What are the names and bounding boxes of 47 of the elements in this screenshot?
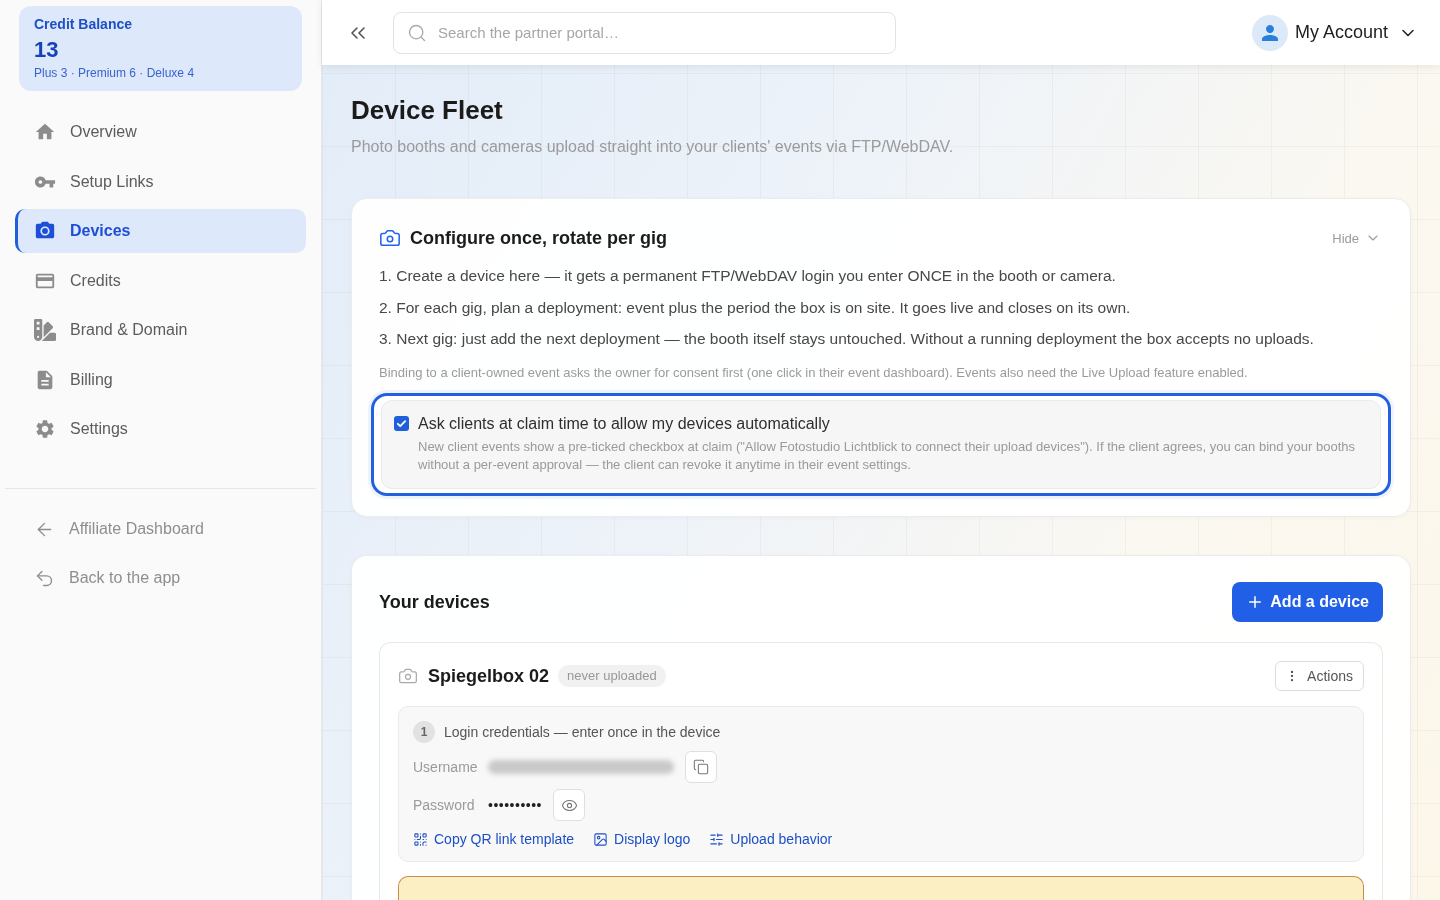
actions-button[interactable]: Actions (1275, 661, 1364, 691)
consent-note: Binding to a client-owned event asks the owner for consent first (one click in their event dashboard). Events also need the Live Upload feature enabled. (379, 365, 1249, 381)
status-badge: never uploaded (558, 665, 666, 687)
swatch-icon (34, 319, 56, 341)
qr-code-icon (413, 831, 428, 847)
nav-item[interactable]: Devices (15, 209, 306, 253)
device-name: Spiegelbox 02 (428, 665, 550, 688)
user-avatar-icon (1251, 14, 1288, 51)
action-link[interactable]: Display logo (593, 831, 691, 847)
search-field[interactable]: Search the partner portal… (393, 11, 896, 54)
field-label: Username (413, 759, 479, 775)
credit-balance-label: Credit Balance (34, 16, 133, 33)
nav-item[interactable]: Credits (15, 258, 306, 303)
page-title: Device Fleet (351, 94, 503, 126)
copy-button[interactable] (685, 751, 717, 783)
nav-item[interactable]: Settings (15, 407, 306, 451)
section-title: Your devices (379, 591, 490, 614)
step-text: 1. Create a device here — it gets a permanent FTP/WebDAV login you enter ONCE in the booth or camera. (379, 266, 1117, 286)
nav-item[interactable]: Setup Links (15, 159, 306, 204)
checkbox[interactable] (394, 416, 409, 431)
image-icon (593, 831, 609, 847)
gear-icon (34, 418, 56, 440)
step-number: 1 (413, 721, 435, 743)
credit-breakdown: Plus 3 · Premium 6 · Deluxe 4 (34, 66, 195, 81)
page-subtitle: Photo booths and cameras upload straight into your clients' events via FTP/WebDAV. (351, 137, 955, 157)
info-card-title: Configure once, rotate per gig (410, 227, 668, 250)
camera-icon (379, 227, 401, 249)
account-menu-button[interactable]: My Account (1251, 14, 1418, 51)
action-link[interactable]: Upload behavior (709, 831, 833, 847)
step-text: 2. For each gig, plan a deployment: event plus the period the box is on site. It goes live and closes on its own. (379, 297, 1132, 318)
nav-item[interactable]: Billing (15, 357, 306, 402)
sliders-icon (709, 831, 725, 847)
action-link[interactable]: Copy QR link template (413, 831, 575, 847)
step-text: 3. Next gig: just add the next deployment — the booth itself stays untouched. Without a running deployment the box accepts no uploads. (379, 329, 1315, 349)
nav-item[interactable]: Overview (15, 110, 306, 154)
copy-icon (693, 759, 709, 775)
consent-option-label: Ask clients at claim time to allow my devices automatically (418, 414, 831, 434)
nav-item[interactable]: Brand & Domain (15, 308, 306, 352)
consent-option-description: New client events show a pre-ticked checkbox at claim ("Allow Fotostudio Lichtblick to connect their upload devices"). If the client agrees, you can bind your booths without a per-event approval — the client can revoke it anytime in their event settings. (418, 438, 1357, 474)
show-password-button[interactable] (553, 789, 585, 821)
search-icon (407, 22, 427, 43)
field-label: Password (413, 797, 476, 813)
step-title: Login credentials — enter once in the device (444, 724, 721, 740)
credit-balance-value: 13 (34, 37, 59, 63)
password-value: •••••••••• (488, 797, 542, 813)
add-device-button[interactable]: Add a device (1232, 582, 1383, 622)
camera-icon (398, 666, 418, 686)
